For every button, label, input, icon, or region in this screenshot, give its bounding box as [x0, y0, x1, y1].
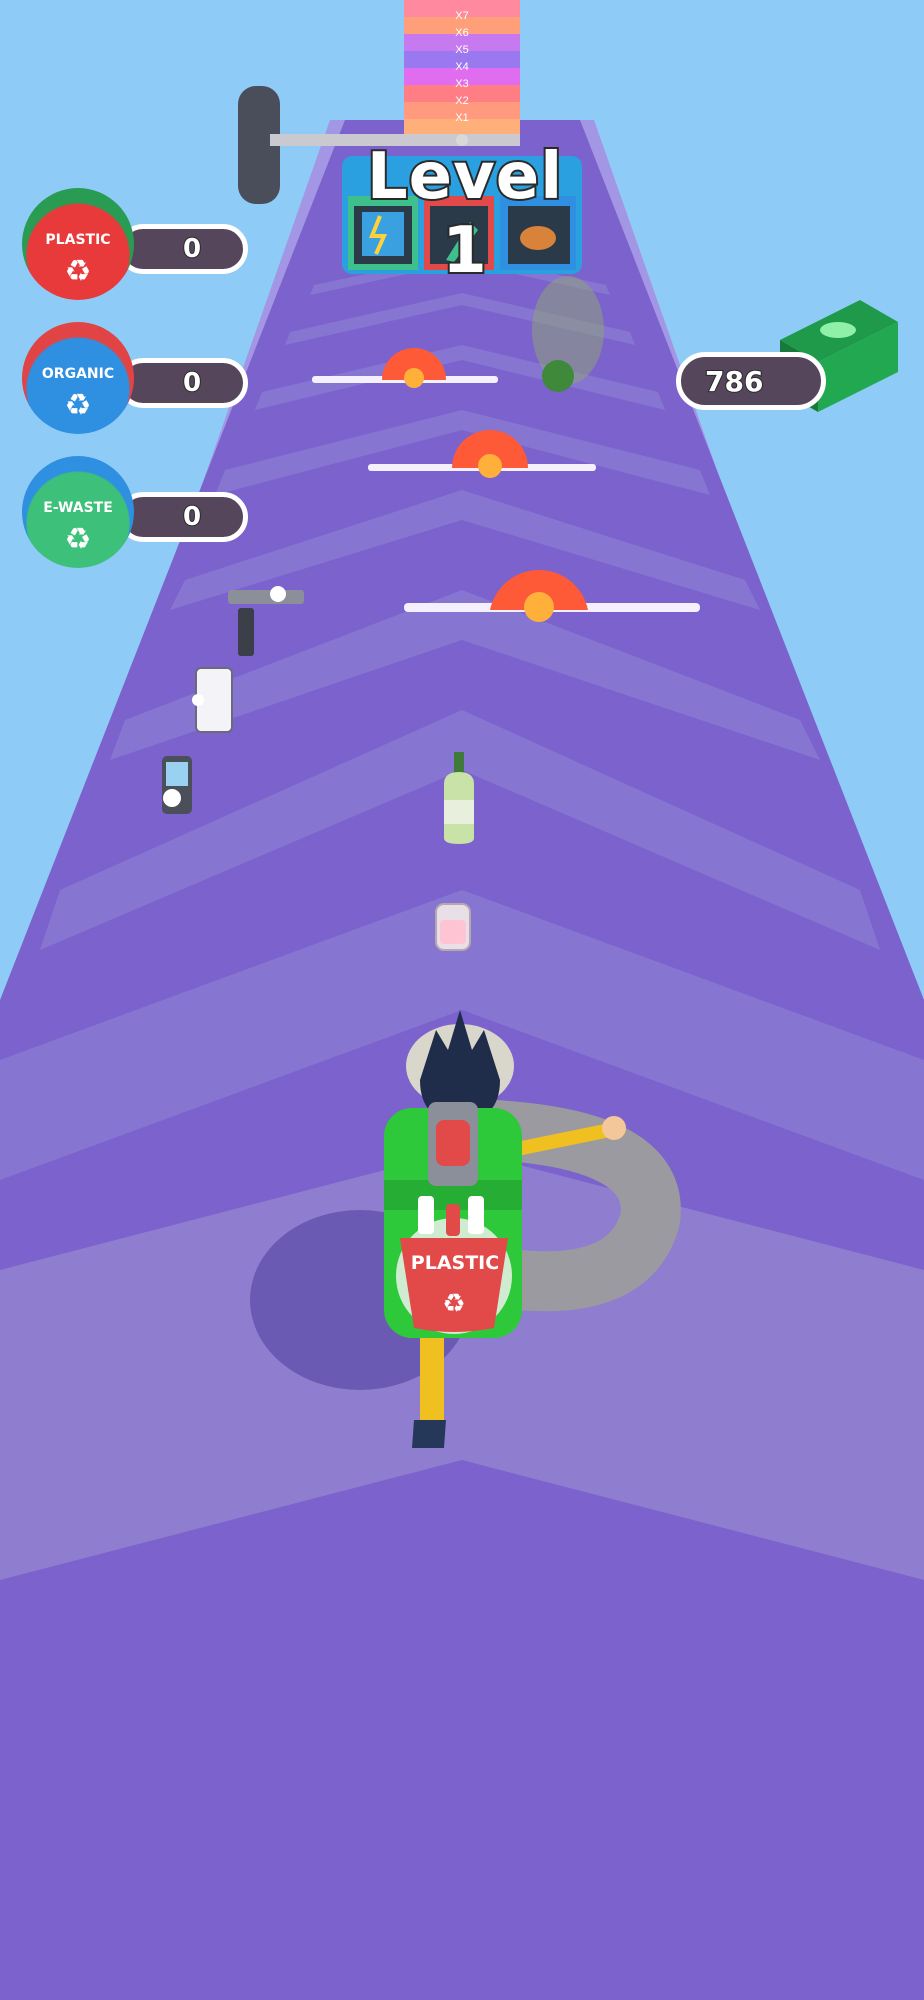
e-waste-bin-icon: E-WASTE ♻ [22, 456, 134, 568]
recycle-icon: ♻ [64, 389, 92, 422]
plastic-bin-icon: PLASTIC ♻ [22, 188, 134, 300]
level-title: Level 1 [365, 138, 564, 290]
plastic-counter: 0 PLASTIC ♻ [22, 188, 248, 300]
multiplier-x3: X3 [455, 78, 469, 90]
multiplier-x2: X2 [455, 95, 469, 107]
e-waste-counter: 0 E-WASTE ♻ [22, 456, 248, 568]
recycle-icon: ♻ [64, 255, 92, 288]
e-waste-bin-label: E-WASTE [43, 500, 113, 516]
e-waste-pickup [162, 756, 192, 814]
e-waste-count-pill: 0 [118, 492, 248, 542]
plastic-count-pill: 0 [118, 224, 248, 274]
recycle-icon: ♻ [64, 523, 92, 556]
organic-count-pill: 0 [118, 358, 248, 408]
plastic-bin-label: PLASTIC [45, 232, 111, 248]
svg-text:♻: ♻ [442, 1289, 465, 1319]
money-value: 786 [704, 364, 764, 399]
multiplier-x1: X1 [455, 112, 469, 124]
multiplier-x7: X7 [455, 10, 469, 22]
plastic-count: 0 [182, 233, 202, 265]
glass-jar-pickup [435, 903, 471, 951]
backpack-label: PLASTIC [410, 1252, 500, 1274]
e-waste-count: 0 [182, 501, 202, 533]
organic-counter: 0 ORGANIC ♻ [22, 322, 248, 434]
organic-count: 0 [182, 367, 202, 399]
e-waste-pickup [192, 667, 233, 733]
money-counter: 786 [676, 352, 826, 410]
multiplier-x5: X5 [455, 44, 469, 56]
multiplier-x4: X4 [455, 61, 469, 73]
game-scene: ♻ [0, 0, 924, 2000]
multiplier-x6: X6 [455, 27, 469, 39]
organic-bin-icon: ORGANIC ♻ [22, 322, 134, 434]
organic-bin-label: ORGANIC [41, 366, 115, 382]
